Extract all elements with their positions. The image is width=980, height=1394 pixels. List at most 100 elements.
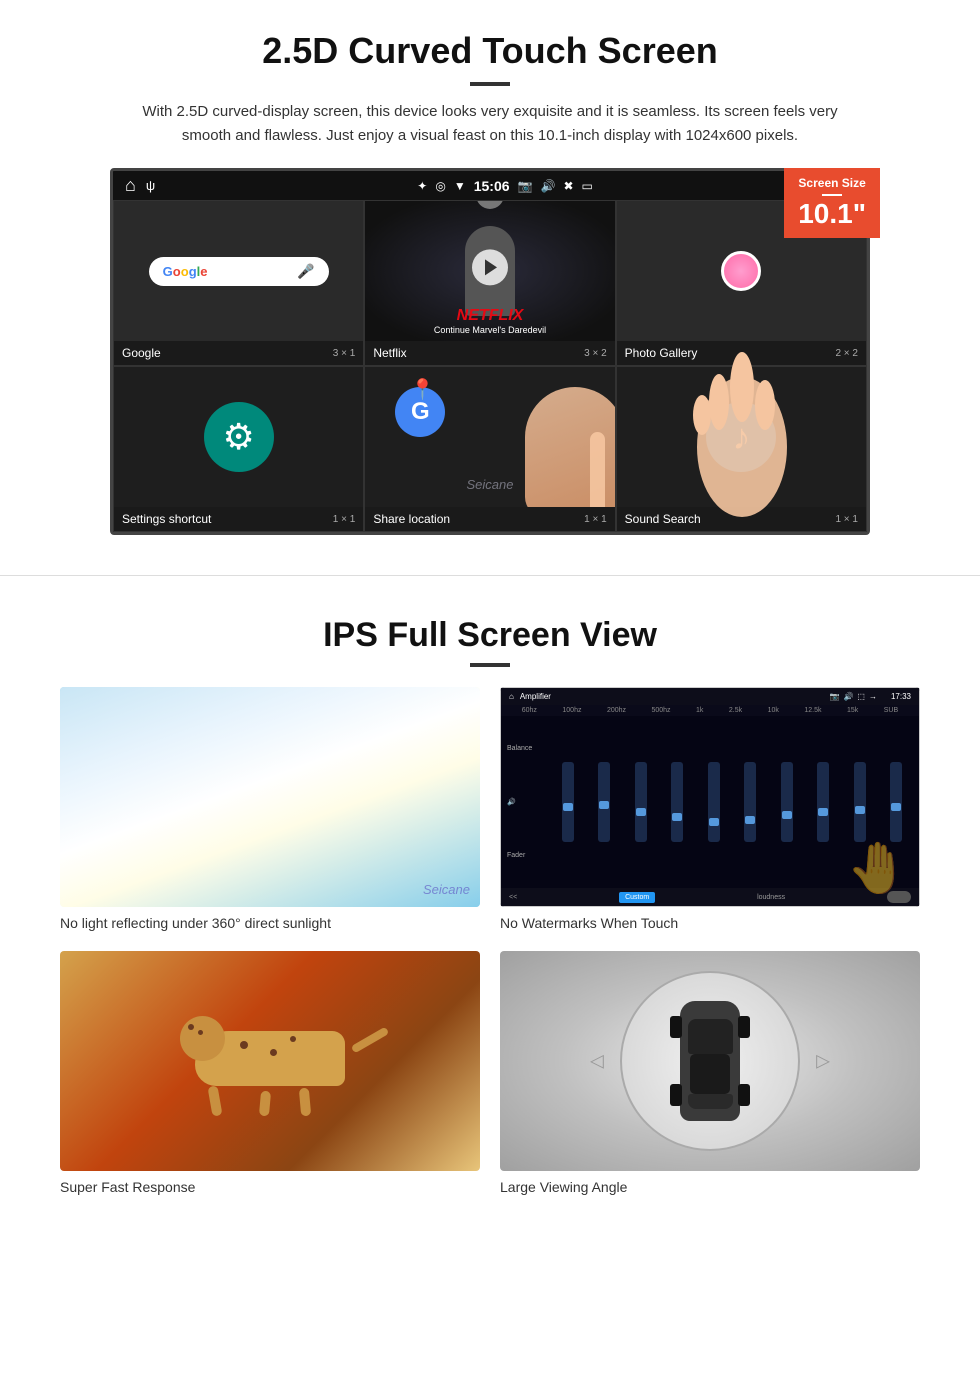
amplifier-image-box: ⌂ Amplifier 📷🔊⬚→ 17:33 60hz 100hz 200hz …	[500, 687, 920, 907]
freq-15k: 15k	[847, 707, 858, 714]
finger1	[590, 432, 605, 507]
sound-label: Sound Search 1 × 1	[617, 507, 866, 531]
sound-icon-bg: ♪	[706, 402, 776, 472]
share-label: Share location 1 × 1	[365, 507, 614, 531]
wifi-icon: ▼	[454, 179, 466, 193]
share-app-name: Share location	[373, 512, 450, 526]
car-windshield	[688, 1019, 733, 1054]
freq-10k: 10k	[768, 707, 779, 714]
sound-app-content: ♪	[617, 367, 866, 507]
volume-icon-amp: 🔊	[507, 798, 547, 806]
eq-knob-3	[636, 808, 646, 816]
amp-time: 17:33	[891, 692, 911, 701]
eq-knob-8	[818, 808, 828, 816]
cheetah-image-box	[60, 951, 480, 1171]
eq-bar-7	[781, 762, 793, 842]
wheel-fr	[738, 1016, 750, 1038]
seicane-watermark: Seicane	[423, 882, 470, 897]
gallery-app-size: 2 × 2	[835, 348, 858, 359]
freq-sub: SUB	[884, 707, 898, 714]
car-topview-group: ◁ ▷	[620, 971, 800, 1151]
settings-label: Settings shortcut 1 × 1	[114, 507, 363, 531]
cheetah-body-group	[180, 1011, 360, 1111]
amp-custom-btn[interactable]: Custom	[619, 892, 655, 903]
feature-amplifier: ⌂ Amplifier 📷🔊⬚→ 17:33 60hz 100hz 200hz …	[500, 687, 920, 931]
app-cell-netflix[interactable]: NETFLIX Continue Marvel's Daredevil Netf…	[364, 200, 615, 366]
volume-icon: 🔊	[541, 179, 556, 193]
eq-left-labels: Balance 🔊 Fader	[507, 722, 547, 882]
netflix-app-size: 3 × 2	[584, 348, 607, 359]
share-app-size: 1 × 1	[584, 514, 607, 525]
settings-icon-bg: ⚙	[204, 402, 274, 472]
car-roof	[690, 1054, 730, 1094]
balance-label: Balance	[507, 745, 547, 752]
cheetah-leg-3	[299, 1088, 311, 1117]
cheetah-spot-2	[198, 1030, 203, 1035]
bluetooth-icon: ✦	[417, 179, 427, 193]
badge-size: 10.1"	[798, 198, 866, 230]
eq-knob-4	[672, 813, 682, 821]
car-trunk	[688, 1094, 733, 1109]
google-label: Google 3 × 1	[114, 341, 363, 365]
settings-app-content: ⚙	[114, 367, 363, 507]
sunlight-image-box: Seicane	[60, 687, 480, 907]
eq-bar-6	[744, 762, 756, 842]
cheetah-image	[60, 951, 480, 1171]
wheel-rl	[670, 1084, 682, 1106]
cheetah-leg-1	[207, 1085, 222, 1116]
flower-icon	[721, 251, 761, 291]
status-center: ✦ ◎ ▼ 15:06 📷 🔊 ✖ ▭	[417, 178, 593, 194]
google-app-name: Google	[122, 346, 161, 360]
google-app-size: 3 × 1	[333, 348, 356, 359]
app-cell-settings[interactable]: ⚙ Settings shortcut 1 × 1	[113, 366, 364, 532]
play-button[interactable]	[472, 249, 508, 285]
eq-knob-9	[855, 806, 865, 814]
badge-label: Screen Size	[798, 176, 866, 190]
netflix-overlay: NETFLIX Continue Marvel's Daredevil	[365, 301, 614, 341]
viewing-angle-circle	[620, 971, 800, 1151]
feature-cheetah: Super Fast Response	[60, 951, 480, 1195]
home-icon[interactable]: ⌂	[125, 175, 136, 196]
sky-gradient	[60, 687, 480, 907]
feature-sunlight: Seicane No light reflecting under 360° d…	[60, 687, 480, 931]
car-image: ◁ ▷	[500, 951, 920, 1171]
close-icon: ✖	[563, 179, 573, 193]
screen-size-badge: Screen Size 10.1"	[784, 168, 880, 238]
sound-app-size: 1 × 1	[835, 514, 858, 525]
car-image-box: ◁ ▷	[500, 951, 920, 1171]
app-cell-sound[interactable]: ♪ Sound Search 1 × 1	[616, 366, 867, 532]
eq-bar-4	[671, 762, 683, 842]
eq-knob-10	[891, 803, 901, 811]
music-note-icon: ♪	[732, 416, 750, 458]
mic-icon: 🎤	[297, 263, 314, 280]
share-app-content: G 📍	[365, 367, 614, 507]
maps-pin-icon: 📍	[410, 377, 435, 402]
eq-bar-5	[708, 762, 720, 842]
window-icon: ▭	[582, 179, 593, 193]
netflix-subtitle: Continue Marvel's Daredevil	[373, 325, 606, 335]
hand-touch-icon: 🤚	[847, 839, 909, 898]
eq-area: Balance 🔊 Fader	[501, 716, 919, 888]
status-left: ⌂ ψ	[125, 175, 155, 196]
badge-dash	[822, 194, 842, 196]
person-head	[476, 201, 504, 209]
google-search-bar[interactable]: Google 🎤	[149, 257, 329, 286]
play-triangle	[485, 259, 497, 275]
eq-bar-9	[854, 762, 866, 842]
netflix-logo: NETFLIX	[373, 307, 606, 325]
section2-title: IPS Full Screen View	[60, 616, 920, 655]
amp-title: Amplifier	[520, 692, 551, 701]
sound-app-name: Sound Search	[625, 512, 701, 526]
netflix-label: Netflix 3 × 2	[365, 341, 614, 365]
gallery-label: Photo Gallery 2 × 2	[617, 341, 866, 365]
amp-nav-prev[interactable]: <<	[509, 894, 517, 901]
car-caption: Large Viewing Angle	[500, 1179, 920, 1195]
amp-loudness-label: loudness	[757, 894, 785, 901]
sunlight-caption: No light reflecting under 360° direct su…	[60, 915, 480, 931]
amp-top-bar: ⌂ Amplifier 📷🔊⬚→ 17:33	[501, 688, 919, 705]
app-cell-google[interactable]: Google 🎤 Google 3 × 1	[113, 200, 364, 366]
app-cell-share[interactable]: G 📍 Share location 1 × 1	[364, 366, 615, 532]
section1-title: 2.5D Curved Touch Screen	[60, 30, 920, 72]
section-divider-line	[0, 575, 980, 576]
eq-knob-5	[709, 818, 719, 826]
